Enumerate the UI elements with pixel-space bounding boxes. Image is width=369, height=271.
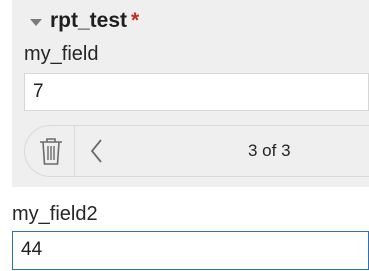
- my-field2-label: my_field2: [12, 203, 98, 225]
- my-field-label: my_field: [24, 43, 99, 65]
- my-field2-input[interactable]: 44: [12, 231, 369, 270]
- page-status: 3 of 3: [248, 141, 291, 160]
- required-marker: *: [131, 9, 140, 32]
- caret-down-icon[interactable]: [30, 18, 42, 26]
- section-header[interactable]: rpt_test *: [18, 8, 139, 34]
- previous-record-button[interactable]: [75, 126, 119, 176]
- delete-record-button[interactable]: [27, 126, 75, 176]
- trash-icon: [39, 138, 62, 165]
- repeat-pager: 3 of 3: [24, 125, 369, 177]
- my-field-input[interactable]: 7: [24, 73, 369, 111]
- chevron-left-icon: [90, 139, 102, 163]
- section-title: rpt_test: [50, 9, 128, 32]
